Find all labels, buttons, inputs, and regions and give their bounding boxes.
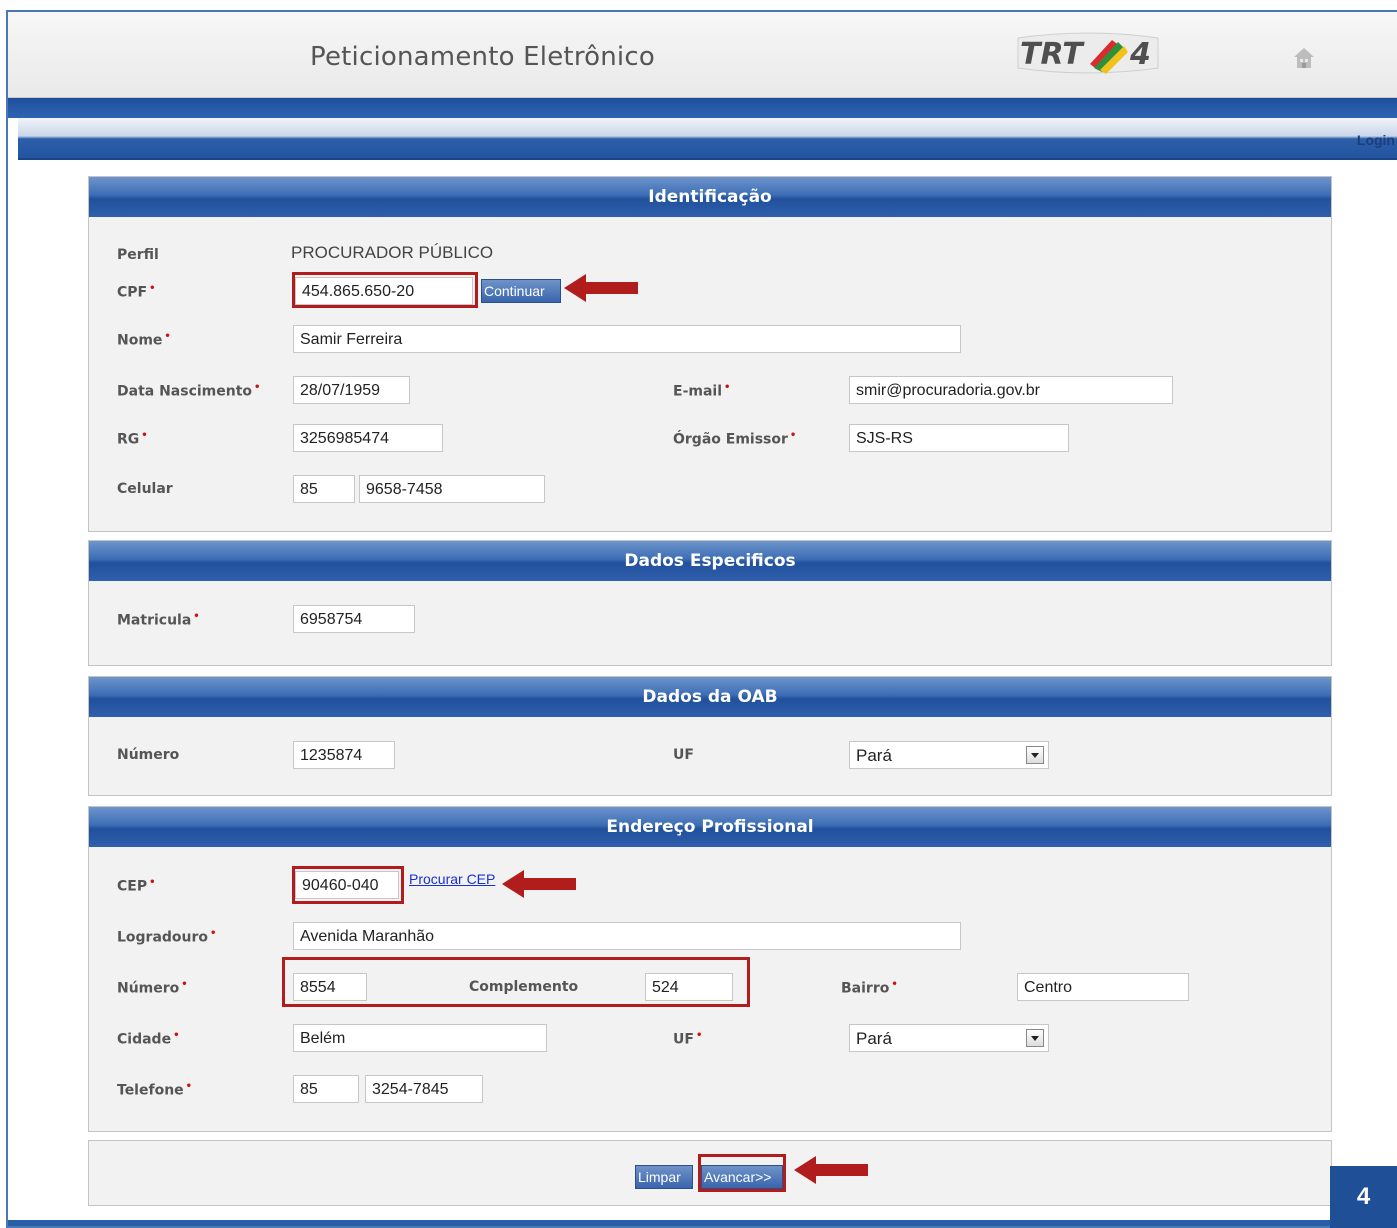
email-input[interactable]: smir@procuradoria.gov.br [849,376,1173,404]
endereco-uf-label: UF • [673,1030,703,1048]
arrow-left-icon [794,1156,868,1184]
form-actions: Limpar Avancar>> [88,1140,1332,1206]
telefone-label: Telefone • [117,1081,193,1099]
chevron-down-icon[interactable] [1026,746,1044,764]
trt4-logo-graphic: TRT 4 [1017,32,1159,74]
logo-trt-text: TRT [1020,37,1085,72]
rg-input[interactable]: 3256985474 [293,424,443,452]
cpf-label: CPF • [117,283,156,301]
celular-numero-input[interactable]: 9658-7458 [359,475,545,503]
logo-number-text: 4 [1129,37,1151,72]
arrow-left-icon [564,274,638,302]
procurar-cep-link[interactable]: Procurar CEP [409,871,495,887]
cpf-input[interactable]: 454.865.650-20 [295,277,473,305]
oab-uf-label: UF [673,747,694,763]
celular-ddd-input[interactable]: 85 [293,475,355,503]
section-identificacao: Identificação Perfil PROCURADOR PÚBLICO … [88,176,1332,532]
oab-numero-input[interactable]: 1235874 [293,741,395,769]
data-nascimento-input[interactable]: 28/07/1959 [293,376,410,404]
email-label: E-mail • [673,382,731,400]
complemento-label: Complemento [469,979,579,995]
rg-label: RG • [117,430,148,448]
header-band [8,98,1397,118]
nav-bar: Login [18,118,1397,160]
section-dados-especificos: Dados Especificos Matricula • 6958754 [88,540,1332,666]
oab-uf-selected: Pará [856,746,892,765]
arrow-left-icon [502,870,576,898]
orgao-emissor-label: Órgão Emissor • [673,430,797,448]
perfil-label: Perfil [117,247,159,263]
endereco-uf-selected: Pará [856,1029,892,1048]
bairro-input[interactable]: Centro [1017,973,1189,1001]
endereco-uf-select[interactable]: Pará [849,1024,1049,1052]
continuar-button[interactable]: Continuar [481,279,561,303]
app-title: Peticionamento Eletrônico [310,42,655,72]
nome-label: Nome • [117,331,171,349]
cidade-label: Cidade • [117,1030,180,1048]
telefone-ddd-input[interactable]: 85 [293,1075,359,1103]
cep-input[interactable]: 90460-040 [295,871,399,899]
section-title: Dados Especificos [89,541,1331,581]
oab-uf-select[interactable]: Pará [849,741,1049,769]
endereco-numero-input[interactable]: 8554 [293,973,367,1001]
trt4-logo: TRT 4 [1008,30,1168,76]
logradouro-label: Logradouro • [117,928,217,946]
limpar-button[interactable]: Limpar [635,1165,693,1189]
endereco-numero-label: Número • [117,979,188,997]
chevron-down-icon[interactable] [1026,1029,1044,1047]
cidade-input[interactable]: Belém [293,1024,547,1052]
bottom-band [8,1220,1397,1226]
celular-label: Celular [117,481,173,497]
top-header: Peticionamento Eletrônico TRT 4 [8,12,1397,98]
page-number-badge: 4 [1330,1166,1397,1228]
section-title: Identificação [89,177,1331,217]
section-title: Dados da OAB [89,677,1331,717]
section-dados-oab: Dados da OAB Número 1235874 UF Pará [88,676,1332,796]
app-window: Peticionamento Eletrônico TRT 4 Login Id… [6,10,1397,1228]
cep-label: CEP • [117,877,156,895]
section-endereco-profissional: Endereço Profissional CEP • 90460-040 Pro… [88,806,1332,1132]
section-title: Endereço Profissional [89,807,1331,847]
complemento-input[interactable]: 524 [645,973,733,1001]
avancar-button[interactable]: Avancar>> [701,1165,783,1189]
matricula-label: Matricula • [117,611,200,629]
telefone-numero-input[interactable]: 3254-7845 [365,1075,483,1103]
bairro-label: Bairro • [841,979,898,997]
nome-input[interactable]: Samir Ferreira [293,325,961,353]
data-nascimento-label: Data Nascimento • [117,382,261,400]
home-icon[interactable] [1292,46,1316,70]
login-link[interactable]: Login [1357,132,1395,148]
perfil-value: PROCURADOR PÚBLICO [291,243,494,262]
logradouro-input[interactable]: Avenida Maranhão [293,922,961,950]
oab-numero-label: Número [117,747,180,763]
orgao-emissor-input[interactable]: SJS-RS [849,424,1069,452]
matricula-input[interactable]: 6958754 [293,605,415,633]
